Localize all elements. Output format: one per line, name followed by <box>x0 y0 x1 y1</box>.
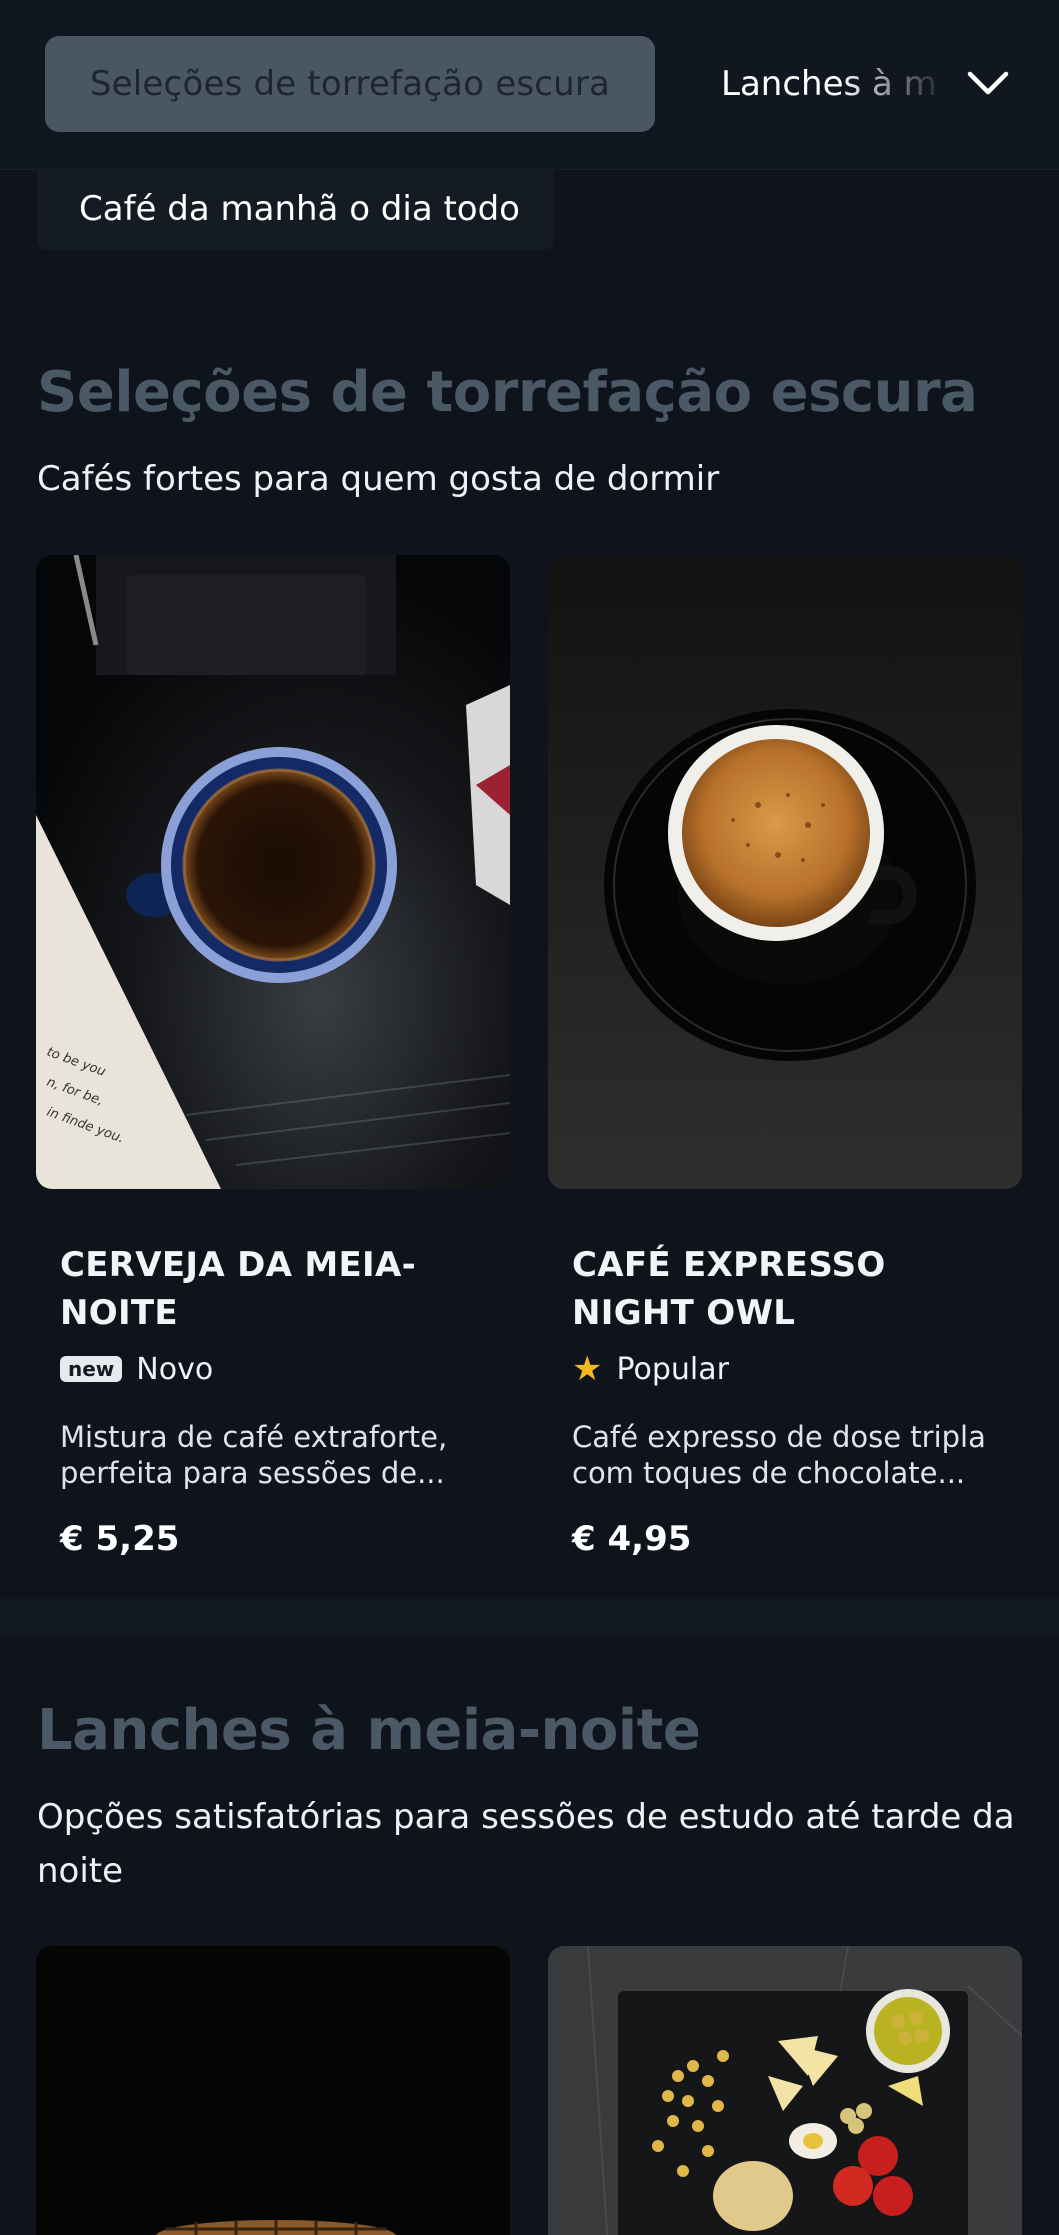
menu-item-badge: ★ Popular <box>572 1349 998 1389</box>
badge-label: Novo <box>136 1351 214 1387</box>
menu-item-name: CAFÉ EXPRESSO NIGHT OWL <box>572 1245 886 1333</box>
chevron-down-icon[interactable] <box>962 58 1014 110</box>
menu-item-description: Mistura de café extraforte, perfeita par… <box>60 1420 448 1490</box>
category-tab-next[interactable]: Lanches à meia-noite <box>721 36 936 132</box>
menu-item-card[interactable]: CAFÉ EXPRESSO NIGHT OWL ★ Popular Café e… <box>548 555 1022 1559</box>
section-divider <box>0 1598 1059 1638</box>
menu-item-price: € 4,95 <box>572 1519 692 1559</box>
star-icon: ★ <box>572 1349 603 1389</box>
snack-board-photo <box>548 1946 1022 2235</box>
menu-item-badge: new Novo <box>60 1349 486 1389</box>
menu-item-name: CERVEJA DA MEIA-NOITE <box>60 1245 417 1333</box>
menu-page: Seleções de torrefação escura Lanches à … <box>0 0 1059 2235</box>
menu-item-card[interactable] <box>548 1946 1022 2235</box>
section-subtitle: Opções satisfatórias para sessões de est… <box>37 1797 1015 1891</box>
badge-label: Popular <box>616 1351 729 1387</box>
category-tab-active[interactable]: Seleções de torrefação escura <box>45 36 655 132</box>
menu-item-description: Café expresso de dose tripla com toques … <box>572 1420 986 1490</box>
menu-item-card[interactable]: to be you n, for be, in finde you. CERVE… <box>36 555 510 1559</box>
espresso-cup-photo <box>548 555 1022 1189</box>
category-tab-all-day-breakfast[interactable]: Café da manhã o dia todo <box>37 168 554 250</box>
menu-item-price: € 5,25 <box>60 1519 180 1559</box>
coffee-mug-photo: to be you n, for be, in finde you. <box>36 555 510 1189</box>
section-title: Seleções de torrefação escura <box>37 360 978 425</box>
new-tag-icon: new <box>60 1356 123 1382</box>
menu-item-card[interactable] <box>36 1946 510 2235</box>
section-title: Lanches à meia-noite <box>37 1698 701 1763</box>
waffle-photo <box>36 1946 510 2235</box>
section-subtitle: Cafés fortes para quem gosta de dormir <box>37 459 720 499</box>
category-nav: Seleções de torrefação escura Lanches à … <box>0 0 1059 170</box>
